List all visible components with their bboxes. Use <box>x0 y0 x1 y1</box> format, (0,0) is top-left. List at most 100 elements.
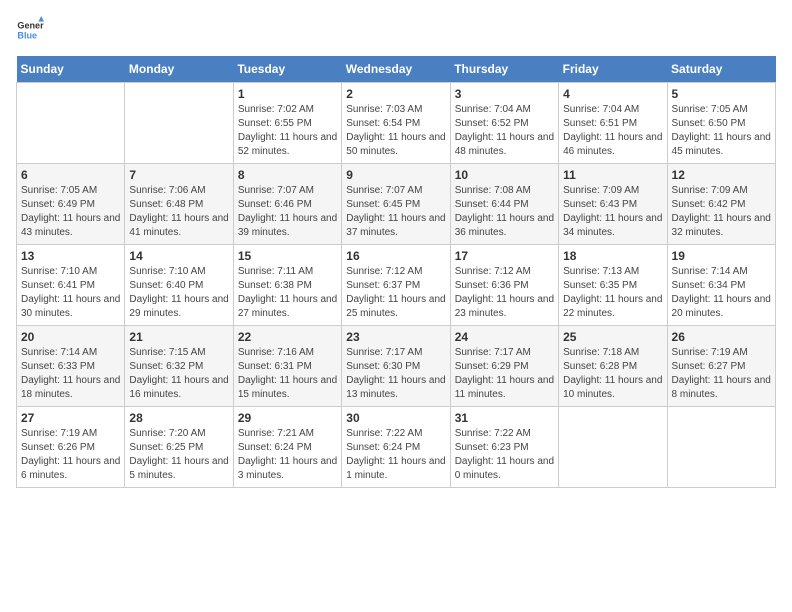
day-info: Sunrise: 7:11 AM Sunset: 6:38 PM Dayligh… <box>238 265 337 321</box>
header: General Blue <box>16 16 776 44</box>
week-row-1: 6Sunrise: 7:05 AM Sunset: 6:49 PM Daylig… <box>17 164 776 245</box>
day-cell: 9 Sunrise: 7:07 AM Sunset: 6:45 PM Daylig… <box>342 164 450 245</box>
day-number: 31 <box>455 411 554 425</box>
day-info: Sunrise: 7:07 AM Sunset: 6:45 PM Dayligh… <box>346 184 445 240</box>
day-info: Sunrise: 7:16 AM Sunset: 6:31 PM Dayligh… <box>238 346 337 402</box>
day-info: Sunrise: 7:12 AM Sunset: 6:36 PM Dayligh… <box>455 265 554 321</box>
day-info: Sunrise: 7:19 AM Sunset: 6:27 PM Dayligh… <box>672 346 771 402</box>
day-info: Sunrise: 7:22 AM Sunset: 6:24 PM Dayligh… <box>346 427 445 483</box>
day-info: Sunrise: 7:04 AM Sunset: 6:52 PM Dayligh… <box>455 103 554 159</box>
week-row-3: 20Sunrise: 7:14 AM Sunset: 6:33 PM Dayli… <box>17 326 776 407</box>
logo-icon: General Blue <box>16 16 44 44</box>
day-number: 8 <box>238 168 337 182</box>
weekday-header-thursday: Thursday <box>450 56 558 83</box>
day-cell <box>17 83 125 164</box>
day-number: 5 <box>672 87 771 101</box>
day-number: 11 <box>563 168 662 182</box>
day-cell: 10 Sunrise: 7:08 AM Sunset: 6:44 PM Dayli… <box>450 164 558 245</box>
weekday-header-wednesday: Wednesday <box>342 56 450 83</box>
week-row-2: 13Sunrise: 7:10 AM Sunset: 6:41 PM Dayli… <box>17 245 776 326</box>
day-cell: 17 Sunrise: 7:12 AM Sunset: 6:36 PM Dayli… <box>450 245 558 326</box>
day-cell: 14 Sunrise: 7:10 AM Sunset: 6:40 PM Dayli… <box>125 245 233 326</box>
day-number: 23 <box>346 330 445 344</box>
day-number: 21 <box>129 330 228 344</box>
day-number: 19 <box>672 249 771 263</box>
day-cell <box>125 83 233 164</box>
day-cell: 22 Sunrise: 7:16 AM Sunset: 6:31 PM Dayli… <box>233 326 341 407</box>
day-number: 6 <box>21 168 120 182</box>
day-number: 16 <box>346 249 445 263</box>
day-cell: 26 Sunrise: 7:19 AM Sunset: 6:27 PM Dayli… <box>667 326 775 407</box>
day-info: Sunrise: 7:17 AM Sunset: 6:30 PM Dayligh… <box>346 346 445 402</box>
day-info: Sunrise: 7:06 AM Sunset: 6:48 PM Dayligh… <box>129 184 228 240</box>
day-info: Sunrise: 7:04 AM Sunset: 6:51 PM Dayligh… <box>563 103 662 159</box>
logo: General Blue <box>16 16 44 44</box>
day-cell: 7Sunrise: 7:06 AM Sunset: 6:48 PM Daylig… <box>125 164 233 245</box>
day-cell: 20Sunrise: 7:14 AM Sunset: 6:33 PM Dayli… <box>17 326 125 407</box>
day-cell: 25 Sunrise: 7:18 AM Sunset: 6:28 PM Dayli… <box>559 326 667 407</box>
day-cell: 30 Sunrise: 7:22 AM Sunset: 6:24 PM Dayli… <box>342 407 450 488</box>
day-number: 10 <box>455 168 554 182</box>
day-info: Sunrise: 7:08 AM Sunset: 6:44 PM Dayligh… <box>455 184 554 240</box>
day-cell: 13Sunrise: 7:10 AM Sunset: 6:41 PM Dayli… <box>17 245 125 326</box>
day-info: Sunrise: 7:17 AM Sunset: 6:29 PM Dayligh… <box>455 346 554 402</box>
day-number: 28 <box>129 411 228 425</box>
day-number: 30 <box>346 411 445 425</box>
day-number: 18 <box>563 249 662 263</box>
svg-text:Blue: Blue <box>17 30 37 40</box>
day-info: Sunrise: 7:21 AM Sunset: 6:24 PM Dayligh… <box>238 427 337 483</box>
day-number: 22 <box>238 330 337 344</box>
day-cell: 1 Sunrise: 7:02 AM Sunset: 6:55 PM Daylig… <box>233 83 341 164</box>
day-info: Sunrise: 7:09 AM Sunset: 6:42 PM Dayligh… <box>672 184 771 240</box>
day-info: Sunrise: 7:20 AM Sunset: 6:25 PM Dayligh… <box>129 427 228 483</box>
day-cell: 12 Sunrise: 7:09 AM Sunset: 6:42 PM Dayli… <box>667 164 775 245</box>
day-number: 24 <box>455 330 554 344</box>
day-info: Sunrise: 7:07 AM Sunset: 6:46 PM Dayligh… <box>238 184 337 240</box>
day-info: Sunrise: 7:03 AM Sunset: 6:54 PM Dayligh… <box>346 103 445 159</box>
day-cell: 23 Sunrise: 7:17 AM Sunset: 6:30 PM Dayli… <box>342 326 450 407</box>
day-number: 26 <box>672 330 771 344</box>
weekday-header-monday: Monday <box>125 56 233 83</box>
day-cell: 24 Sunrise: 7:17 AM Sunset: 6:29 PM Dayli… <box>450 326 558 407</box>
day-cell: 6Sunrise: 7:05 AM Sunset: 6:49 PM Daylig… <box>17 164 125 245</box>
day-number: 14 <box>129 249 228 263</box>
svg-text:General: General <box>17 21 44 31</box>
day-cell <box>667 407 775 488</box>
day-cell: 2Sunrise: 7:03 AM Sunset: 6:54 PM Daylig… <box>342 83 450 164</box>
day-cell: 18 Sunrise: 7:13 AM Sunset: 6:35 PM Dayli… <box>559 245 667 326</box>
calendar-table: SundayMondayTuesdayWednesdayThursdayFrid… <box>16 56 776 488</box>
day-info: Sunrise: 7:05 AM Sunset: 6:50 PM Dayligh… <box>672 103 771 159</box>
day-number: 12 <box>672 168 771 182</box>
weekday-header-friday: Friday <box>559 56 667 83</box>
day-number: 13 <box>21 249 120 263</box>
day-cell <box>559 407 667 488</box>
day-number: 9 <box>346 168 445 182</box>
day-info: Sunrise: 7:22 AM Sunset: 6:23 PM Dayligh… <box>455 427 554 483</box>
day-number: 25 <box>563 330 662 344</box>
day-info: Sunrise: 7:18 AM Sunset: 6:28 PM Dayligh… <box>563 346 662 402</box>
weekday-header-tuesday: Tuesday <box>233 56 341 83</box>
day-cell: 8 Sunrise: 7:07 AM Sunset: 6:46 PM Daylig… <box>233 164 341 245</box>
day-number: 20 <box>21 330 120 344</box>
day-cell: 31 Sunrise: 7:22 AM Sunset: 6:23 PM Dayli… <box>450 407 558 488</box>
day-number: 15 <box>238 249 337 263</box>
day-info: Sunrise: 7:15 AM Sunset: 6:32 PM Dayligh… <box>129 346 228 402</box>
day-info: Sunrise: 7:14 AM Sunset: 6:34 PM Dayligh… <box>672 265 771 321</box>
day-info: Sunrise: 7:19 AM Sunset: 6:26 PM Dayligh… <box>21 427 120 483</box>
day-cell: 11 Sunrise: 7:09 AM Sunset: 6:43 PM Dayli… <box>559 164 667 245</box>
day-number: 17 <box>455 249 554 263</box>
day-info: Sunrise: 7:09 AM Sunset: 6:43 PM Dayligh… <box>563 184 662 240</box>
day-number: 1 <box>238 87 337 101</box>
day-info: Sunrise: 7:13 AM Sunset: 6:35 PM Dayligh… <box>563 265 662 321</box>
weekday-header-sunday: Sunday <box>17 56 125 83</box>
week-row-4: 27 Sunrise: 7:19 AM Sunset: 6:26 PM Dayli… <box>17 407 776 488</box>
day-cell: 21 Sunrise: 7:15 AM Sunset: 6:32 PM Dayli… <box>125 326 233 407</box>
day-cell: 16Sunrise: 7:12 AM Sunset: 6:37 PM Dayli… <box>342 245 450 326</box>
day-cell: 15 Sunrise: 7:11 AM Sunset: 6:38 PM Dayli… <box>233 245 341 326</box>
weekday-header-row: SundayMondayTuesdayWednesdayThursdayFrid… <box>17 56 776 83</box>
day-info: Sunrise: 7:10 AM Sunset: 6:40 PM Dayligh… <box>129 265 228 321</box>
day-number: 29 <box>238 411 337 425</box>
day-info: Sunrise: 7:02 AM Sunset: 6:55 PM Dayligh… <box>238 103 337 159</box>
weekday-header-saturday: Saturday <box>667 56 775 83</box>
day-number: 27 <box>21 411 120 425</box>
